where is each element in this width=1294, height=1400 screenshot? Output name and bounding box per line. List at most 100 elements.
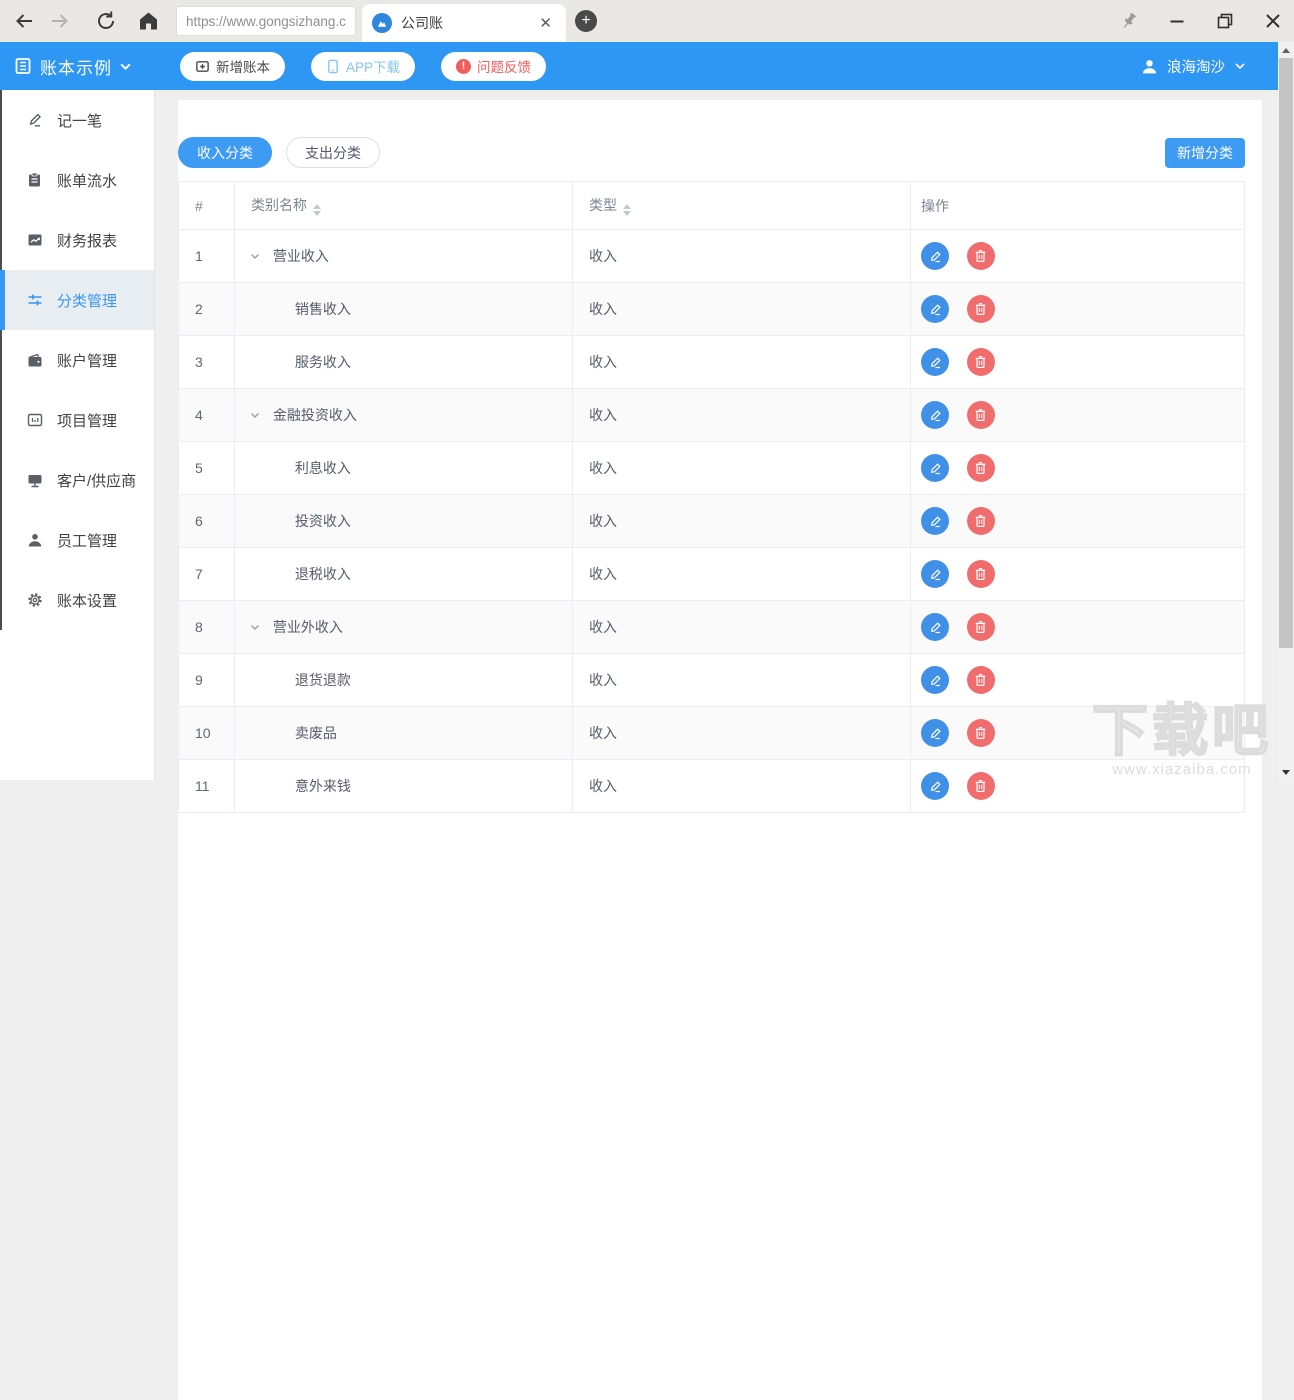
delete-button[interactable]	[967, 401, 995, 429]
edit-button[interactable]	[921, 772, 949, 800]
table-row: 1 营业收入 收入	[179, 230, 1245, 283]
back-icon[interactable]	[12, 9, 36, 33]
content-card: 收入分类 支出分类 新增分类 # 类别名称 类型 操作	[178, 100, 1262, 1400]
category-name: 投资收入	[295, 513, 351, 529]
tab-title: 公司账	[401, 13, 535, 33]
forward-icon[interactable]	[48, 9, 72, 33]
category-sliders-icon	[26, 292, 43, 308]
add-category-button[interactable]: 新增分类	[1165, 138, 1245, 168]
delete-button[interactable]	[967, 507, 995, 535]
address-bar[interactable]	[176, 6, 356, 36]
sidebar-nav: 记一笔 账单流水 财务报表 分类管理 账户管理 项目管理 客户/供应商 员工管	[0, 90, 154, 630]
row-index: 11	[179, 760, 235, 813]
sidebar-item-record[interactable]: 记一笔	[2, 90, 154, 150]
delete-button[interactable]	[967, 613, 995, 641]
refresh-icon[interactable]	[94, 9, 118, 33]
delete-button[interactable]	[967, 242, 995, 270]
edit-button[interactable]	[921, 401, 949, 429]
new-ledger-button[interactable]: 新增账本	[180, 52, 285, 81]
user-name: 浪海淘沙	[1167, 56, 1225, 77]
edit-button[interactable]	[921, 242, 949, 270]
col-index: #	[179, 182, 235, 230]
category-name: 利息收入	[295, 460, 351, 476]
pin-icon[interactable]	[1116, 8, 1142, 34]
ledger-name: 账本示例	[40, 54, 112, 79]
main-area: 收入分类 支出分类 新增分类 # 类别名称 类型 操作	[155, 90, 1278, 780]
table-row: 11 意外来钱 收入	[179, 760, 1245, 813]
browser-tab[interactable]: 公司账 ✕	[362, 4, 566, 42]
chevron-down-icon[interactable]	[249, 409, 269, 421]
col-category-name[interactable]: 类别名称	[235, 182, 573, 230]
edit-button[interactable]	[921, 454, 949, 482]
delete-button[interactable]	[967, 666, 995, 694]
category-name: 卖废品	[295, 725, 337, 741]
sort-icon[interactable]	[623, 204, 631, 216]
exclamation-icon: !	[456, 59, 471, 74]
sidebar-item-bills[interactable]: 账单流水	[2, 150, 154, 210]
sidebar-item-categories[interactable]: 分类管理	[2, 270, 154, 330]
pen-icon	[26, 112, 43, 128]
minimize-icon[interactable]	[1164, 8, 1190, 34]
row-index: 5	[179, 442, 235, 495]
scroll-down-icon[interactable]	[1278, 764, 1294, 780]
chevron-down-icon[interactable]	[249, 621, 269, 633]
table-body: 1 营业收入 收入 2	[179, 230, 1245, 813]
new-tab-icon[interactable]: +	[575, 10, 597, 32]
delete-button[interactable]	[967, 295, 995, 323]
delete-button[interactable]	[967, 719, 995, 747]
category-type: 收入	[573, 601, 911, 654]
sidebar-item-employees[interactable]: 员工管理	[2, 510, 154, 570]
row-index: 8	[179, 601, 235, 654]
category-type: 收入	[573, 336, 911, 389]
category-type: 收入	[573, 495, 911, 548]
gear-icon	[26, 592, 43, 608]
chevron-down-icon[interactable]	[249, 250, 269, 262]
category-name: 销售收入	[295, 301, 351, 317]
table-row: 6 投资收入 收入	[179, 495, 1245, 548]
edit-button[interactable]	[921, 613, 949, 641]
ledger-book-icon	[14, 57, 32, 75]
close-icon[interactable]	[1260, 8, 1286, 34]
restore-icon[interactable]	[1212, 8, 1238, 34]
sidebar-item-customers[interactable]: 客户/供应商	[2, 450, 154, 510]
delete-button[interactable]	[967, 454, 995, 482]
edit-button[interactable]	[921, 560, 949, 588]
sort-icon[interactable]	[313, 204, 321, 216]
delete-button[interactable]	[967, 772, 995, 800]
col-type[interactable]: 类型	[573, 182, 911, 230]
phone-icon	[326, 59, 340, 74]
sidebar-item-reports[interactable]: 财务报表	[2, 210, 154, 270]
edit-button[interactable]	[921, 507, 949, 535]
edit-button[interactable]	[921, 719, 949, 747]
category-type: 收入	[573, 548, 911, 601]
scroll-up-icon[interactable]	[1278, 42, 1294, 58]
table-row: 4 金融投资收入 收入	[179, 389, 1245, 442]
home-icon[interactable]	[136, 9, 160, 33]
tab-income-categories[interactable]: 收入分类	[178, 137, 272, 168]
edit-button[interactable]	[921, 348, 949, 376]
scrollbar-thumb[interactable]	[1279, 58, 1293, 648]
ledger-switcher[interactable]: 账本示例	[14, 54, 132, 79]
table-row: 10 卖废品 收入	[179, 707, 1245, 760]
feedback-button[interactable]: ! 问题反馈	[441, 52, 546, 81]
sidebar-item-settings[interactable]: 账本设置	[2, 570, 154, 630]
sidebar-item-accounts[interactable]: 账户管理	[2, 330, 154, 390]
browser-chrome: 公司账 ✕ +	[0, 0, 1294, 42]
table-row: 9 退货退款 收入	[179, 654, 1245, 707]
edit-button[interactable]	[921, 295, 949, 323]
app-download-button[interactable]: APP下载	[311, 52, 415, 81]
customer-icon	[26, 473, 43, 488]
sidebar-item-projects[interactable]: 项目管理	[2, 390, 154, 450]
tab-close-icon[interactable]: ✕	[535, 12, 556, 34]
delete-button[interactable]	[967, 560, 995, 588]
category-type: 收入	[573, 760, 911, 813]
page-scrollbar[interactable]	[1278, 42, 1294, 780]
tab-expense-categories[interactable]: 支出分类	[286, 137, 380, 168]
row-index: 1	[179, 230, 235, 283]
edit-button[interactable]	[921, 666, 949, 694]
user-menu[interactable]: 浪海淘沙	[1141, 42, 1246, 90]
delete-button[interactable]	[967, 348, 995, 376]
row-index: 3	[179, 336, 235, 389]
table-row: 8 营业外收入 收入	[179, 601, 1245, 654]
bill-icon	[26, 172, 43, 188]
